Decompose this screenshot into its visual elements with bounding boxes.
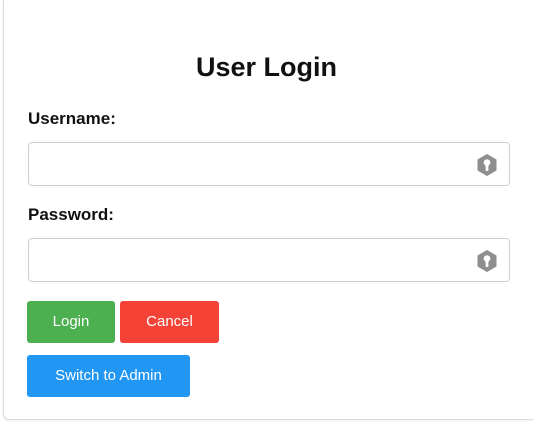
cancel-button[interactable]: Cancel <box>120 301 219 343</box>
username-input[interactable] <box>29 143 469 185</box>
password-manager-key-icon[interactable] <box>475 153 499 177</box>
username-field-container <box>28 142 510 186</box>
password-field-container <box>28 238 510 282</box>
username-label: Username: <box>28 109 116 128</box>
switch-to-admin-button[interactable]: Switch to Admin <box>27 355 190 397</box>
password-input[interactable] <box>29 239 469 281</box>
page-title: User Login <box>195 52 337 82</box>
password-label: Password: <box>28 205 114 224</box>
password-manager-key-icon[interactable] <box>475 249 499 273</box>
login-button[interactable]: Login <box>27 301 115 343</box>
